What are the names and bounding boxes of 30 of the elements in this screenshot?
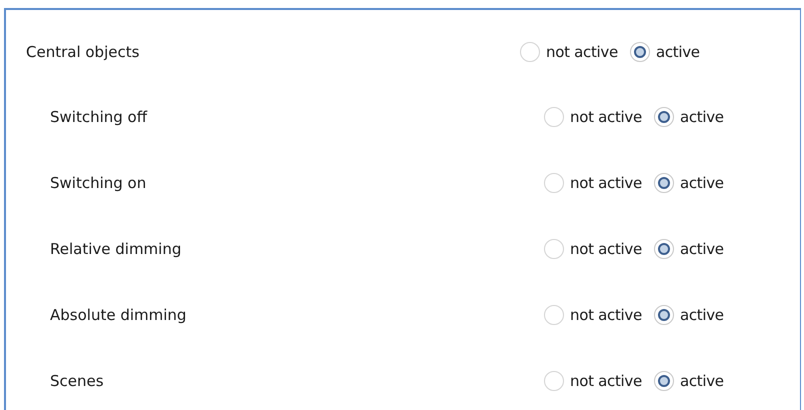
radio-button[interactable] — [544, 371, 564, 391]
setting-label: Central objects — [25, 43, 140, 61]
radio-option[interactable]: not active — [544, 305, 642, 325]
radio-button[interactable] — [544, 239, 564, 259]
radio-button[interactable] — [630, 42, 650, 62]
radio-option[interactable]: active — [630, 42, 700, 62]
radio-option[interactable]: not active — [520, 42, 618, 62]
radio-button[interactable] — [520, 42, 540, 62]
radio-option[interactable]: not active — [544, 107, 642, 127]
radio-option[interactable]: not active — [544, 173, 642, 193]
radio-option[interactable]: active — [654, 239, 724, 259]
radio-option[interactable]: active — [654, 173, 724, 193]
radio-option[interactable]: not active — [544, 239, 642, 259]
radio-option[interactable]: active — [654, 305, 724, 325]
setting-label: Switching off — [49, 108, 148, 126]
radio-button[interactable] — [654, 107, 674, 127]
setting-label: Switching on — [49, 174, 148, 192]
setting-label: Relative dimming — [49, 240, 182, 258]
radio-button[interactable] — [654, 371, 674, 391]
setting-label: Scenes — [49, 372, 105, 390]
radio-button[interactable] — [544, 173, 564, 193]
radio-option[interactable]: active — [654, 371, 724, 391]
radio-option[interactable]: active — [654, 107, 724, 127]
radio-button[interactable] — [654, 173, 674, 193]
radio-option[interactable]: not active — [544, 371, 642, 391]
radio-button[interactable] — [544, 305, 564, 325]
setting-label: Absolute dimming — [49, 306, 188, 324]
radio-button[interactable] — [544, 107, 564, 127]
radio-button[interactable] — [654, 305, 674, 325]
radio-button[interactable] — [654, 239, 674, 259]
